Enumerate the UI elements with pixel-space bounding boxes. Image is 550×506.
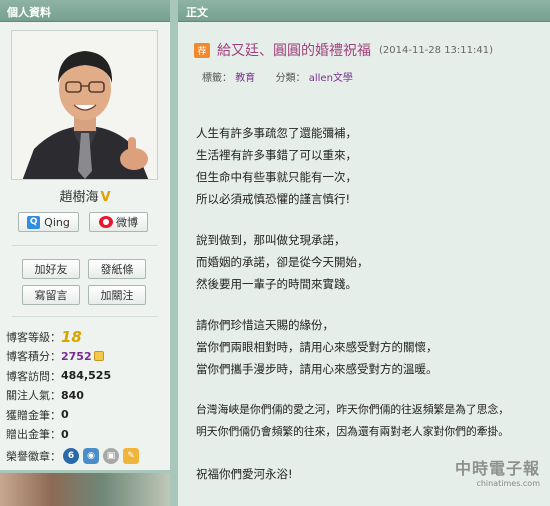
article-line: 請你們珍惜這天賜的緣份，	[196, 318, 334, 332]
stat-received-pens: 獲贈金筆： 0	[6, 405, 166, 425]
weibo-button-label: 微博	[116, 216, 138, 229]
profile-panel: 個人資料 趙樹海 V Q Qing ● 微博 加好友 發紙條 寫留言 加關注 博…	[0, 0, 170, 506]
article-line: 說到做到，那叫做兌現承諾，	[196, 233, 346, 247]
stat-given-pens: 贈出金筆： 0	[6, 425, 166, 445]
stat-blog-points: 博客積分： 2752	[6, 347, 166, 367]
article-line: 所以必須戒慎恐懼的謹言慎行!	[196, 192, 351, 206]
camera-icon[interactable]: ◉	[83, 448, 99, 464]
stat-honor-badges: 榮譽徽章： 6 ◉ ▣ ✎	[6, 444, 166, 468]
stat-label: 博客等級：	[6, 330, 61, 344]
qing-button[interactable]: Q Qing	[18, 212, 79, 232]
given-pens-value: 0	[61, 427, 69, 441]
weibo-button[interactable]: ● 微博	[89, 212, 148, 232]
profile-name-row: 趙樹海 V	[0, 186, 170, 205]
article-meta: 標籤： 教育 分類： allen文學	[202, 69, 353, 84]
source-watermark: 中時電子報 chinatimes.com	[455, 455, 540, 488]
stat-blog-level: 博客等級： 18	[6, 327, 166, 347]
weibo-icon: ●	[99, 216, 113, 228]
article-panel-header: 正文	[178, 0, 550, 22]
write-message-button[interactable]: 寫留言	[22, 285, 80, 305]
qing-icon: Q	[27, 215, 41, 229]
qing-button-label: Qing	[44, 215, 70, 229]
article-panel-title: 正文	[186, 6, 208, 19]
stat-label: 榮譽徽章：	[6, 450, 61, 463]
stat-label: 關注人氣：	[6, 389, 61, 403]
article-line: 然後要用一輩子的時間來實踐。	[196, 277, 357, 291]
follow-label: 加關注	[100, 289, 134, 302]
article-line: 明天你們倆仍會頻繁的往來，因為還有兩對老人家對你們的牽掛。	[196, 425, 510, 438]
write-message-label: 寫留言	[34, 289, 68, 302]
profile-name[interactable]: 趙樹海	[59, 190, 98, 205]
photo-strip	[0, 473, 170, 506]
send-note-label: 發紙條	[100, 263, 134, 276]
stat-blog-visits: 博客訪問： 484,525	[6, 366, 166, 386]
watermark-sub: chinatimes.com	[476, 479, 540, 488]
blog-stats: 博客等級： 18 博客積分： 2752 博客訪問： 484,525 關注人氣： …	[6, 327, 166, 468]
lock-icon[interactable]: ▣	[103, 448, 119, 464]
article-paragraph: 人生有許多事疏忽了還能彌補， 生活裡有許多事錯了可以重來， 但生命中有些事就只能…	[196, 122, 546, 210]
badge-list: 6 ◉ ▣ ✎	[63, 448, 139, 464]
stat-label: 贈出金筆：	[6, 428, 61, 442]
profile-panel-title: 個人資料	[7, 6, 51, 19]
followers-value: 840	[61, 388, 84, 402]
article-line: 但生命中有些事就只能有一次，	[196, 170, 357, 184]
blog-visits-value: 484,525	[61, 369, 112, 383]
article-line: 台灣海峽是你們倆的愛之河，昨天你們倆的往返頻繁是為了思念，	[196, 403, 510, 416]
pen-icon[interactable]: ✎	[123, 448, 139, 464]
vip-icon: V	[100, 190, 111, 205]
category-link[interactable]: allen文學	[309, 73, 353, 84]
article-line: 人生有許多事疏忽了還能彌補，	[196, 126, 357, 140]
coin-icon	[93, 351, 104, 362]
divider	[12, 316, 158, 317]
divider	[12, 245, 158, 246]
blog-points-value[interactable]: 2752	[61, 350, 92, 363]
medal-icon[interactable]: 6	[63, 448, 79, 464]
article-title: 給又廷、圓圓的婚禮祝福	[217, 43, 371, 59]
article-title-row: 荐 給又廷、圓圓的婚禮祝福 (2014-11-28 13:11:41)	[194, 40, 544, 60]
article-date: (2014-11-28 13:11:41)	[379, 44, 494, 56]
article-line: 生活裡有許多事錯了可以重來，	[196, 148, 357, 162]
profile-panel-header: 個人資料	[0, 0, 170, 22]
article-line: 而婚姻的承諾，卻是從今天開始，	[196, 255, 369, 269]
article-paragraph: 請你們珍惜這天賜的緣份， 當你們兩眼相對時，請用心來感受對方的關懷， 當你們攜手…	[196, 314, 546, 380]
tag-link[interactable]: 教育	[235, 73, 255, 84]
profile-avatar[interactable]	[11, 30, 158, 180]
article-panel: 正文 荐 給又廷、圓圓的婚禮祝福 (2014-11-28 13:11:41) 標…	[178, 0, 550, 506]
tags-label: 標籤：	[202, 73, 232, 84]
watermark-main: 中時電子報	[454, 459, 540, 478]
received-pens-value: 0	[61, 408, 69, 422]
add-friend-button[interactable]: 加好友	[22, 259, 80, 279]
follow-button[interactable]: 加關注	[88, 285, 146, 305]
add-friend-label: 加好友	[34, 263, 68, 276]
stat-label: 獲贈金筆：	[6, 408, 61, 422]
blog-level-value[interactable]: 18	[61, 328, 82, 346]
stat-followers: 關注人氣： 840	[6, 386, 166, 406]
stat-label: 博客積分：	[6, 350, 61, 364]
recommend-badge: 荐	[194, 42, 210, 58]
article-paragraph: 說到做到，那叫做兌現承諾， 而婚姻的承諾，卻是從今天開始， 然後要用一輩子的時間…	[196, 229, 546, 295]
article-line: 當你們兩眼相對時，請用心來感受對方的關懷，	[196, 340, 438, 354]
category-label: 分類：	[275, 73, 306, 84]
send-note-button[interactable]: 發紙條	[88, 259, 146, 279]
article-line: 當你們攜手漫步時，請用心來感受對方的溫暖。	[196, 362, 438, 376]
stat-label: 博客訪問：	[6, 369, 61, 383]
medal-number: 6	[67, 451, 75, 461]
article-paragraph: 台灣海峽是你們倆的愛之河，昨天你們倆的往返頻繁是為了思念， 明天你們倆仍會頻繁的…	[196, 399, 546, 443]
